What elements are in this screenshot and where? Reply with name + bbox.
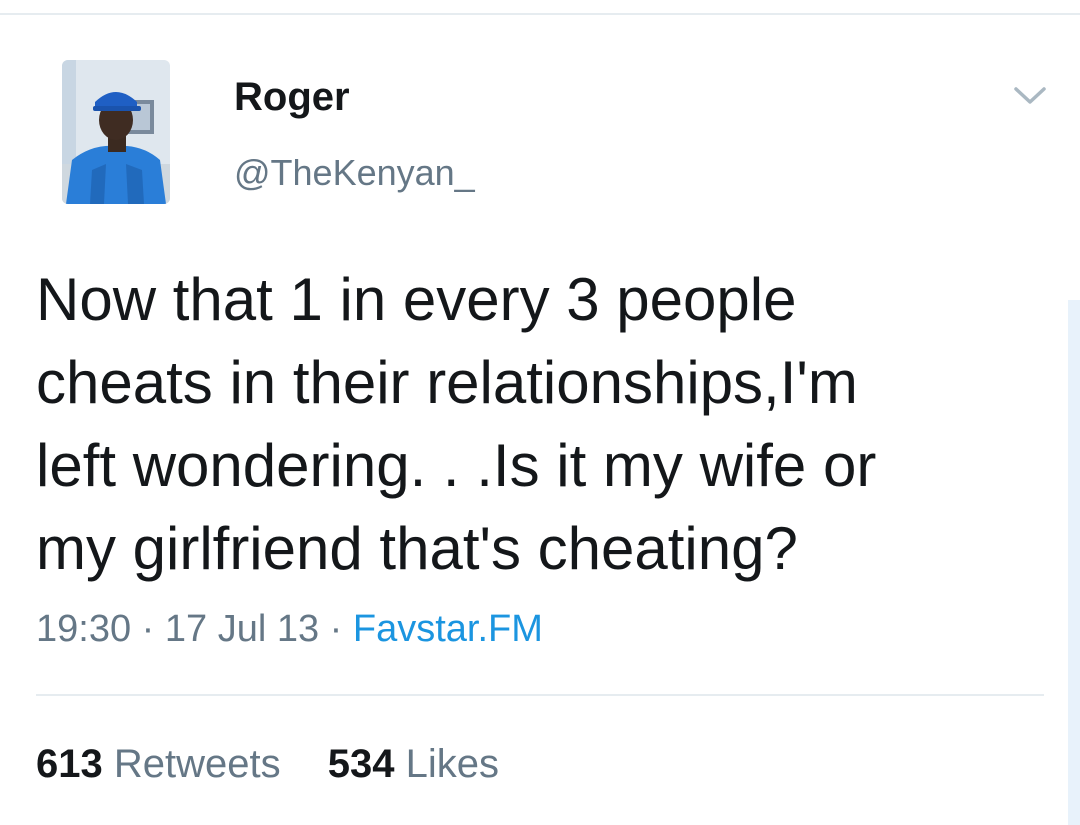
avatar[interactable]: [62, 60, 170, 204]
meta-separator: ·: [329, 608, 343, 650]
tweet-stats: 613 Retweets 534 Likes: [36, 740, 499, 788]
tweet-time: 19:30: [36, 608, 132, 650]
tweet-text: Now that 1 in every 3 people cheats in t…: [36, 266, 877, 582]
tweet-date: 17 Jul 13: [164, 608, 320, 650]
scrollbar[interactable]: [1068, 300, 1080, 825]
chevron-down-icon: [1014, 87, 1046, 104]
likes-stat[interactable]: 534 Likes: [328, 740, 499, 788]
tweet-menu-button[interactable]: [1010, 80, 1050, 110]
author-handle[interactable]: @TheKenyan_: [234, 152, 475, 194]
top-divider: [0, 13, 1080, 15]
author-display-name[interactable]: Roger: [234, 74, 350, 120]
likes-count: 534: [327, 742, 395, 786]
tweet-detail-screen: Roger @TheKenyan_ Now that 1 in every 3 …: [0, 0, 1080, 825]
retweets-label: Retweets: [113, 742, 281, 786]
retweets-count: 613: [36, 742, 103, 786]
tweet-metadata: 19:30 · 17 Jul 13 · Favstar.FM: [36, 606, 543, 652]
avatar-photo: [62, 60, 170, 204]
retweets-stat[interactable]: 613 Retweets: [36, 740, 281, 788]
tweet-source-link[interactable]: Favstar.FM: [353, 608, 543, 650]
meta-separator: ·: [141, 608, 155, 650]
stats-divider: [36, 694, 1044, 696]
likes-label: Likes: [405, 742, 500, 786]
